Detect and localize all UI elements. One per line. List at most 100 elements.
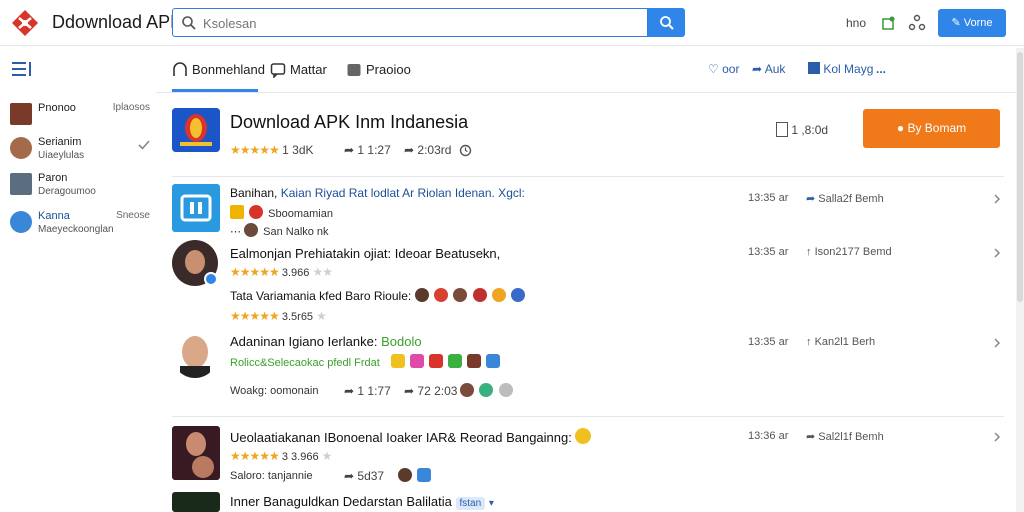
row-avatar[interactable] (172, 332, 218, 378)
sidebar-item-meta: Iplaosos (112, 102, 150, 113)
row-meta: ⋯ San Nalko nk (230, 223, 329, 238)
avatar (433, 288, 448, 302)
rating-stars: ★★★★★ (230, 309, 280, 323)
search-button[interactable] (648, 8, 685, 37)
avatar (453, 288, 468, 302)
repost-icon: ➦ (404, 143, 415, 157)
avatar (10, 137, 32, 159)
leaf-icon (479, 383, 494, 397)
row-thumbnail[interactable] (172, 426, 220, 480)
page-title: Download APK Inm Indanesia (230, 112, 469, 132)
chat-icon (270, 63, 286, 78)
app-logo-icon[interactable] (10, 8, 40, 38)
app-icon (448, 354, 463, 368)
verified-icon (204, 272, 218, 286)
badge-icon (230, 205, 244, 219)
upload-icon: ↑ (806, 246, 812, 258)
reaction-icons (398, 468, 433, 483)
pen-icon: ✎ (951, 17, 961, 29)
header-reposts[interactable]: ➦ 2:03rd (404, 143, 451, 157)
chevron-right-icon[interactable] (992, 248, 1002, 258)
app-icon (390, 354, 405, 368)
face-shape (182, 336, 208, 368)
row-title[interactable]: Adaninan Igiano Ierlanke: Bodolo (230, 334, 422, 349)
chevron-right-icon[interactable] (992, 338, 1002, 348)
scrollbar-thumb[interactable] (1017, 52, 1023, 302)
tab-bonmehland[interactable]: Bonmehland (172, 60, 265, 80)
row-title[interactable]: Ealmonjan Prehiatakin ojiat: Ideoar Beat… (230, 246, 500, 261)
row-thumbnail[interactable] (172, 492, 220, 512)
row-thumbnail[interactable] (172, 184, 220, 232)
rating-stars: ★★★★★ (230, 449, 280, 463)
divider (172, 416, 1004, 417)
share-icon[interactable] (908, 14, 926, 32)
share-arrow-icon: ➦ (806, 193, 816, 205)
chevron-down-icon[interactable]: ▾ (489, 498, 494, 509)
search-box[interactable] (172, 8, 648, 37)
rating-stars-off: ★ (321, 449, 333, 463)
chat-icon (417, 468, 432, 482)
download-icon: ● (896, 121, 905, 135)
rating-stars-off: ★ (316, 309, 327, 323)
home-icon (173, 62, 187, 76)
row-title[interactable]: Inner Banaguldkan Dedarstan Balilatia fs… (230, 494, 494, 510)
header-rating: ★★★★★ 1 3dK (230, 143, 314, 157)
row-rating: ★★★★★ 3.966 ★★ (230, 265, 333, 279)
user-label[interactable]: hno (846, 16, 866, 30)
search-input[interactable] (203, 13, 633, 33)
more-dots-icon: ⋯ (230, 226, 241, 238)
app-icon (409, 354, 424, 368)
tab-praoioo[interactable]: Praoioo (346, 60, 412, 80)
rating-stars-off: ★★ (312, 265, 332, 279)
row-line3: Woakg: oomonain (230, 385, 319, 397)
share-arrow-icon: ➦ (344, 143, 355, 157)
sidebar-item-sub: Maeyeckoonglan (38, 224, 114, 235)
face-shape (192, 456, 214, 478)
sidebar-item-meta: Sneose (116, 210, 150, 221)
sidebar-item-label: Kanna (38, 210, 70, 222)
download-button[interactable]: ● By Bomam (863, 109, 1000, 148)
rating-stars: ★★★★★ (230, 265, 280, 279)
header-shares[interactable]: ➦ 1 1:27 (344, 143, 391, 157)
row-title[interactable]: Banihan, Kaian Riyad Rat lodlat Ar Riola… (230, 186, 525, 200)
row-action[interactable]: ➦ Salla2f Bemh (806, 192, 884, 205)
chevron-right-icon[interactable] (992, 432, 1002, 442)
row-shares[interactable]: ➦ 1 1:77 (344, 384, 391, 398)
tablet-icon (180, 194, 212, 222)
emoji-icon (575, 428, 592, 444)
row-shares[interactable]: ➦ 5d37 (344, 469, 384, 483)
puzzle-icon[interactable] (880, 14, 898, 32)
row-line2: Tata Variamania kfed Baro Rioule: (230, 288, 527, 303)
sidebar-item-sub: Deragoumoo (38, 186, 96, 197)
avatar (10, 211, 32, 233)
row-sub: Sboomamian (230, 205, 333, 220)
clock-icon (498, 383, 513, 397)
sidebar-item-pnonoo[interactable]: Pnonoo Iplaosos (10, 102, 152, 130)
more-button[interactable]: ... (876, 62, 886, 76)
heart-icon: ♡ (708, 62, 719, 76)
row-action[interactable]: ➦ Sal2l1f Bemh (806, 430, 884, 443)
share-action[interactable]: ➦ Auk (752, 62, 785, 76)
vorne-button[interactable]: ✎ Vorne (938, 9, 1006, 37)
repost-icon: ➦ (404, 384, 415, 398)
sidebar-item-paron[interactable]: Paron Deragoumoo (10, 172, 152, 200)
row-time: 13:35 ar (748, 246, 789, 258)
like-action[interactable]: ♡ oor (708, 62, 739, 76)
share-arrow-icon: ➦ (806, 431, 816, 443)
badge-icon (249, 205, 264, 219)
sidebar-item-serianim[interactable]: Serianim Uiaeylulas (10, 136, 152, 164)
save-action[interactable]: Kol Mayg (808, 62, 873, 76)
avatar (472, 288, 487, 302)
row-reposts[interactable]: ➦ 72 2:03 (404, 384, 457, 398)
avatar (511, 288, 526, 302)
row-time: 13:35 ar (748, 192, 789, 204)
chevron-right-icon[interactable] (992, 194, 1002, 204)
avatar (10, 173, 32, 195)
row-title[interactable]: Ueolaatiakanan IBonoenal Ioaker IAR& Reo… (230, 428, 593, 445)
row-action[interactable]: ↑ Ison2177 Bemd (806, 246, 892, 258)
row-action[interactable]: ↑ Kan2l1 Berh (806, 336, 875, 348)
tab-mattar[interactable]: Mattar (270, 60, 336, 80)
avatar (244, 223, 259, 237)
sidebar-item-kanna[interactable]: Kanna Maeyeckoonglan Sneose (10, 210, 152, 238)
menu-icon[interactable] (12, 62, 32, 76)
